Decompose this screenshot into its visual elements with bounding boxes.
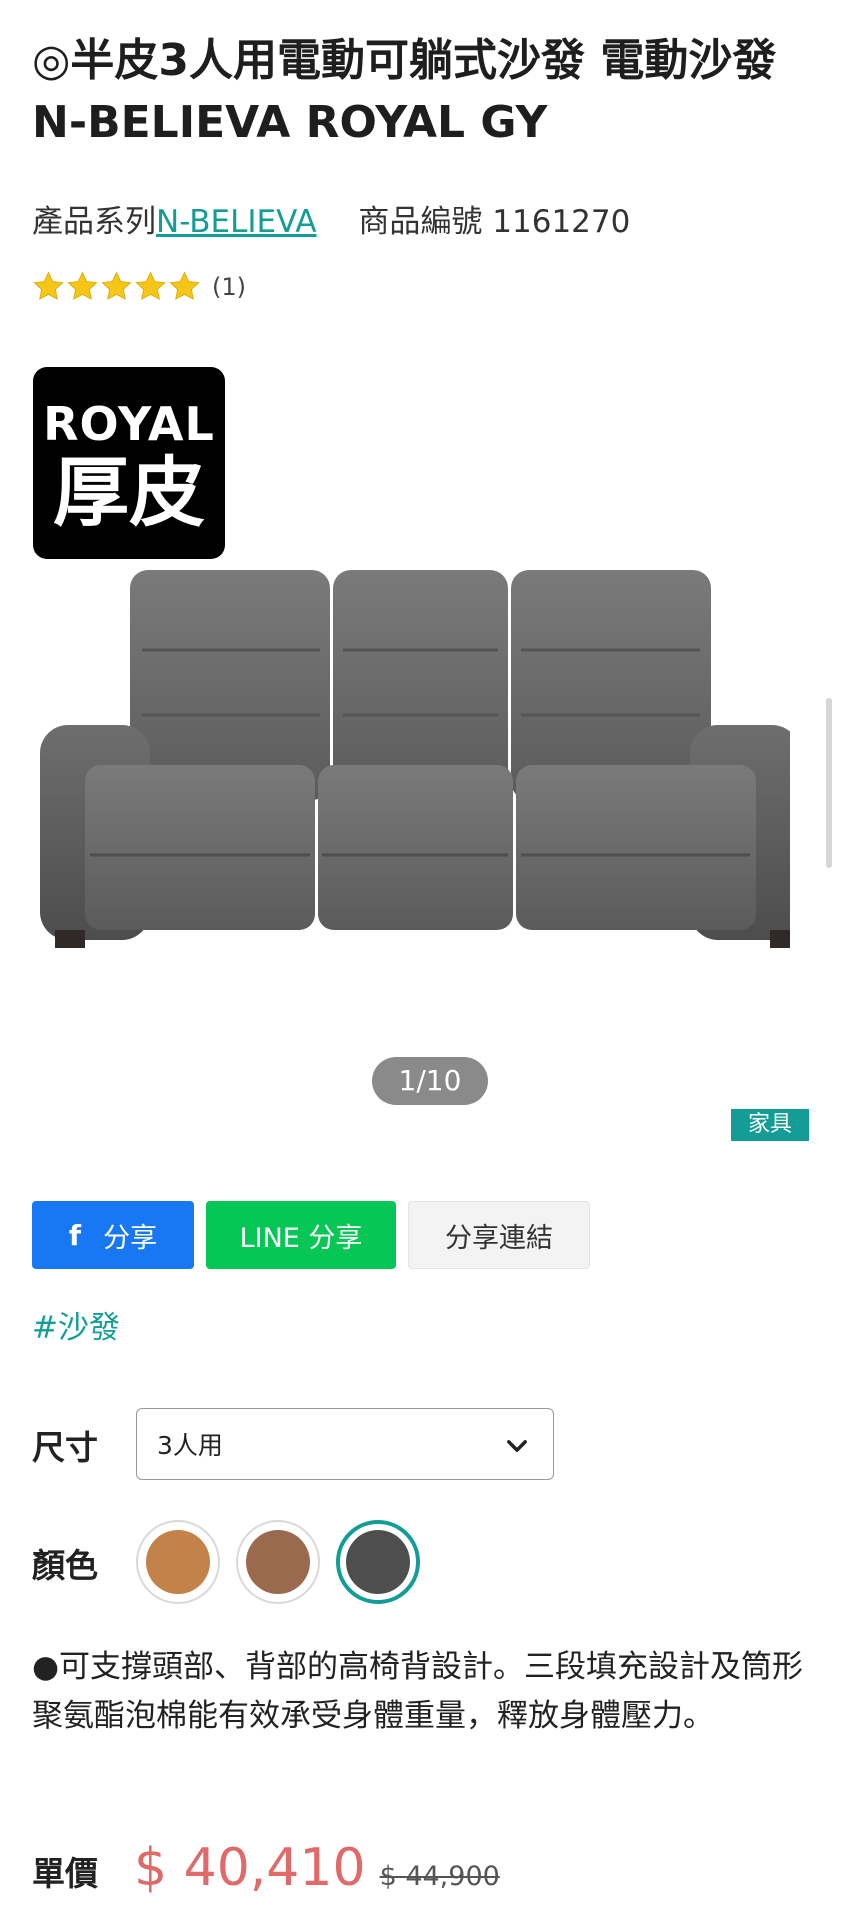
facebook-share-label: 分享	[103, 1222, 158, 1254]
star-icon	[67, 271, 98, 300]
review-count: (1)	[212, 272, 246, 301]
chevron-down-icon	[507, 1440, 527, 1452]
category-tag[interactable]: 家具	[731, 1109, 809, 1141]
series-label: 產品系列	[32, 204, 156, 240]
color-swatch-gray[interactable]	[336, 1520, 420, 1604]
star-icon	[101, 271, 132, 300]
product-code-label: 商品編號	[358, 204, 483, 240]
color-swatch-tan[interactable]	[136, 1520, 220, 1604]
product-rating[interactable]: (1)	[32, 270, 246, 303]
line-share-label: LINE 分享	[239, 1222, 363, 1254]
facebook-share-button[interactable]: f 分享	[32, 1201, 194, 1269]
badge-line1: ROYAL	[43, 397, 215, 451]
product-description: ●可支撐頭部、背部的高椅背設計。三段填充設計及筒形聚氨酯泡棉能有效承受身體重量，…	[32, 1649, 804, 1734]
swatch-dot	[346, 1530, 410, 1594]
color-swatch-brown[interactable]	[236, 1520, 320, 1604]
size-select-value: 3人用	[157, 1431, 223, 1460]
swatch-dot	[246, 1530, 310, 1594]
price-row: 單價 $ 40,410 $ 44,900	[32, 1838, 500, 1898]
size-label: 尺寸	[32, 1428, 98, 1467]
current-price: $ 40,410	[134, 1838, 366, 1898]
line-share-button[interactable]: LINE 分享	[206, 1201, 396, 1269]
price-label: 單價	[32, 1854, 98, 1893]
color-label: 顏色	[32, 1546, 98, 1585]
facebook-icon: f	[68, 1218, 82, 1252]
size-select[interactable]: 3人用	[136, 1408, 554, 1480]
rating-stars	[32, 270, 202, 303]
badge-line2: 厚皮	[53, 448, 205, 537]
gallery-counter: 1/10	[372, 1057, 488, 1105]
star-icon	[33, 271, 64, 300]
copy-link-label: 分享連結	[445, 1222, 553, 1254]
royal-leather-badge: ROYAL 厚皮	[33, 367, 225, 559]
hashtag-link[interactable]: #沙發	[32, 1302, 120, 1347]
original-price: $ 44,900	[379, 1861, 500, 1892]
sofa-image[interactable]	[30, 555, 790, 955]
series-link[interactable]: N-BELIEVA	[156, 204, 317, 240]
star-icon	[169, 271, 200, 300]
star-icon	[135, 271, 166, 300]
copy-link-button[interactable]: 分享連結	[408, 1201, 590, 1269]
product-code: 1161270	[492, 204, 631, 240]
product-meta: 產品系列N-BELIEVA 商品編號 1161270	[32, 196, 630, 241]
product-title: ◎半皮3人用電動可躺式沙發 電動沙發 N-BELIEVA ROYAL GY	[32, 35, 777, 148]
share-buttons: f 分享 LINE 分享 分享連結	[32, 1201, 602, 1269]
gallery-scrollbar[interactable]	[826, 698, 832, 868]
swatch-dot	[146, 1530, 210, 1594]
